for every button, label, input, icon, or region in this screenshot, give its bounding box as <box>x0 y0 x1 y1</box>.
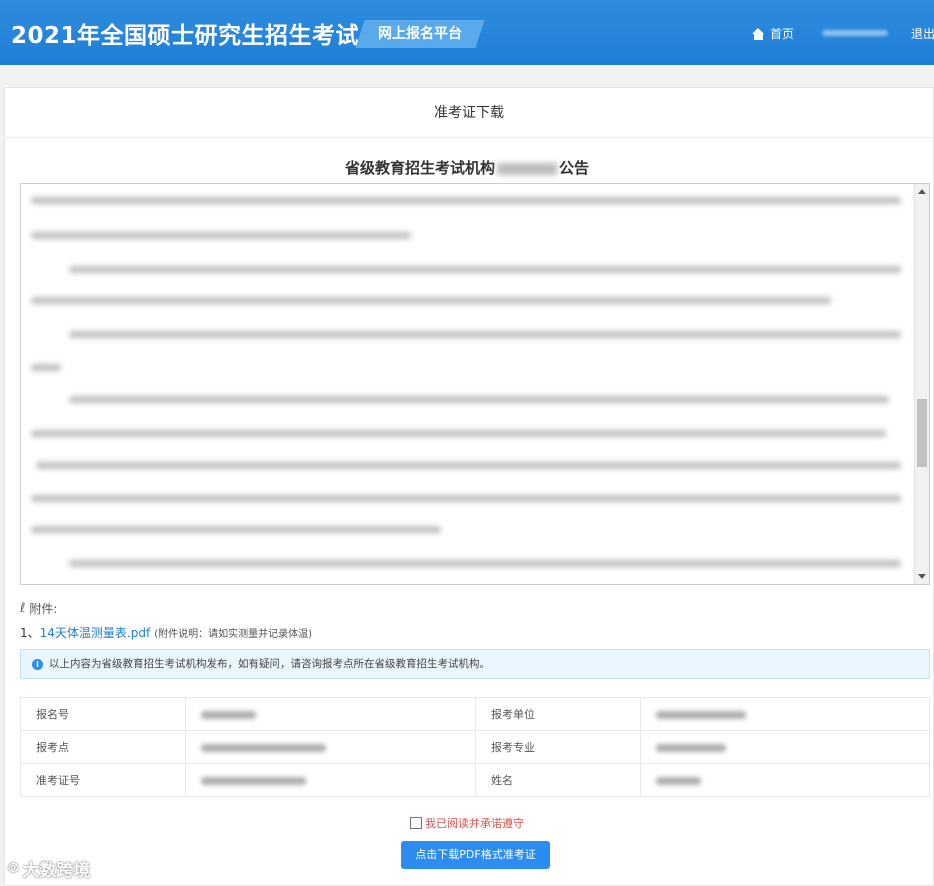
agreement-label: 我已阅读并承诺遵守 <box>425 817 524 830</box>
info-alert: i 以上内容为省级教育招生考试机构发布，如有疑问，请咨询报考点所在省级教育招生考… <box>20 649 930 679</box>
redacted-text-line <box>31 197 901 204</box>
redacted-value <box>201 710 256 719</box>
notice-title: 省级教育招生考试机构 公告 <box>0 157 934 178</box>
redacted-value <box>656 743 726 752</box>
table-row: 报名号 报考单位 <box>20 697 930 731</box>
table-label: 报考点 <box>20 730 186 764</box>
redacted-text-line <box>69 560 901 567</box>
candidate-info-table: 报名号 报考单位 报考点 报考专业 准考证号 姓名 <box>20 697 930 797</box>
scroll-down-arrow-icon[interactable] <box>918 574 926 579</box>
panel-title: 准考证下载 <box>5 88 933 138</box>
table-label: 姓名 <box>475 763 641 797</box>
redacted-value <box>201 776 306 785</box>
table-value-redacted <box>640 697 930 731</box>
attachment-item: 1、14天体温测量表.pdf (附件说明：请如实测量并记录体温) <box>20 624 312 641</box>
redacted-text-line <box>31 297 831 304</box>
table-label: 报考单位 <box>475 697 641 731</box>
watermark-text: 大数跨境 <box>22 861 91 881</box>
table-label: 准考证号 <box>20 763 186 797</box>
watermark-logo-icon: ⦾ <box>8 861 19 876</box>
table-row: 报考点 报考专业 <box>20 730 930 764</box>
home-link[interactable]: 首页 <box>752 25 794 42</box>
scroll-thumb[interactable] <box>917 399 927 467</box>
redacted-text-line <box>31 430 886 437</box>
home-label: 首页 <box>770 27 795 41</box>
table-value-redacted <box>185 730 476 764</box>
attachment-label: ℓ 附件: <box>20 600 57 617</box>
platform-label: 网上报名平台 <box>378 26 462 42</box>
notice-title-prefix: 省级教育招生考试机构 <box>344 159 495 177</box>
info-icon: i <box>32 659 43 670</box>
attachment-label-text: 附件: <box>29 602 58 616</box>
table-value-redacted <box>185 763 476 797</box>
site-title: 2021年全国硕士研究生招生考试 <box>11 23 360 49</box>
attachment-note: (附件说明：请如实测量并记录体温) <box>154 629 312 640</box>
attachment-link[interactable]: 14天体温测量表.pdf <box>40 626 151 640</box>
agreement-checkbox[interactable] <box>410 817 422 829</box>
alert-text: 以上内容为省级教育招生考试机构发布，如有疑问，请咨询报考点所在省级教育招生考试机… <box>49 658 490 670</box>
table-value-redacted <box>640 763 930 797</box>
redacted-text-line <box>31 495 901 502</box>
redacted-text-line <box>69 396 889 403</box>
redacted-value <box>201 743 326 752</box>
redacted-text-line <box>69 266 901 273</box>
redacted-value <box>656 776 701 785</box>
notice-scrollbar[interactable] <box>914 184 929 584</box>
notice-content-box[interactable] <box>20 183 930 585</box>
download-pdf-button[interactable]: 点击下载PDF格式准考证 <box>401 841 550 869</box>
table-label: 报考专业 <box>475 730 641 764</box>
redacted-text-line <box>31 526 441 533</box>
agreement-checkbox-row[interactable]: 我已阅读并承诺遵守 <box>0 815 934 831</box>
table-label: 报名号 <box>20 697 186 731</box>
redacted-value <box>656 710 746 719</box>
table-row: 准考证号 姓名 <box>20 763 930 797</box>
redacted-text-line <box>69 331 901 338</box>
watermark: ⦾ 大数跨境 <box>8 856 90 881</box>
attachment-index: 1、 <box>20 626 40 640</box>
notice-title-suffix: 公告 <box>559 159 590 177</box>
logout-link[interactable]: 退出 <box>911 25 934 42</box>
paperclip-icon: ℓ <box>20 601 26 616</box>
redacted-text-line <box>31 364 61 371</box>
redacted-text-line <box>31 232 411 239</box>
table-value-redacted <box>185 697 476 731</box>
user-name-redacted <box>822 30 888 36</box>
home-icon <box>752 27 765 40</box>
top-header: 2021年全国硕士研究生招生考试 网上报名平台 首页 退出 <box>0 0 934 65</box>
redacted-text <box>497 162 557 175</box>
redacted-text-line <box>36 462 901 469</box>
table-value-redacted <box>640 730 930 764</box>
platform-badge: 网上报名平台 <box>355 20 485 48</box>
scroll-up-arrow-icon[interactable] <box>918 189 926 194</box>
